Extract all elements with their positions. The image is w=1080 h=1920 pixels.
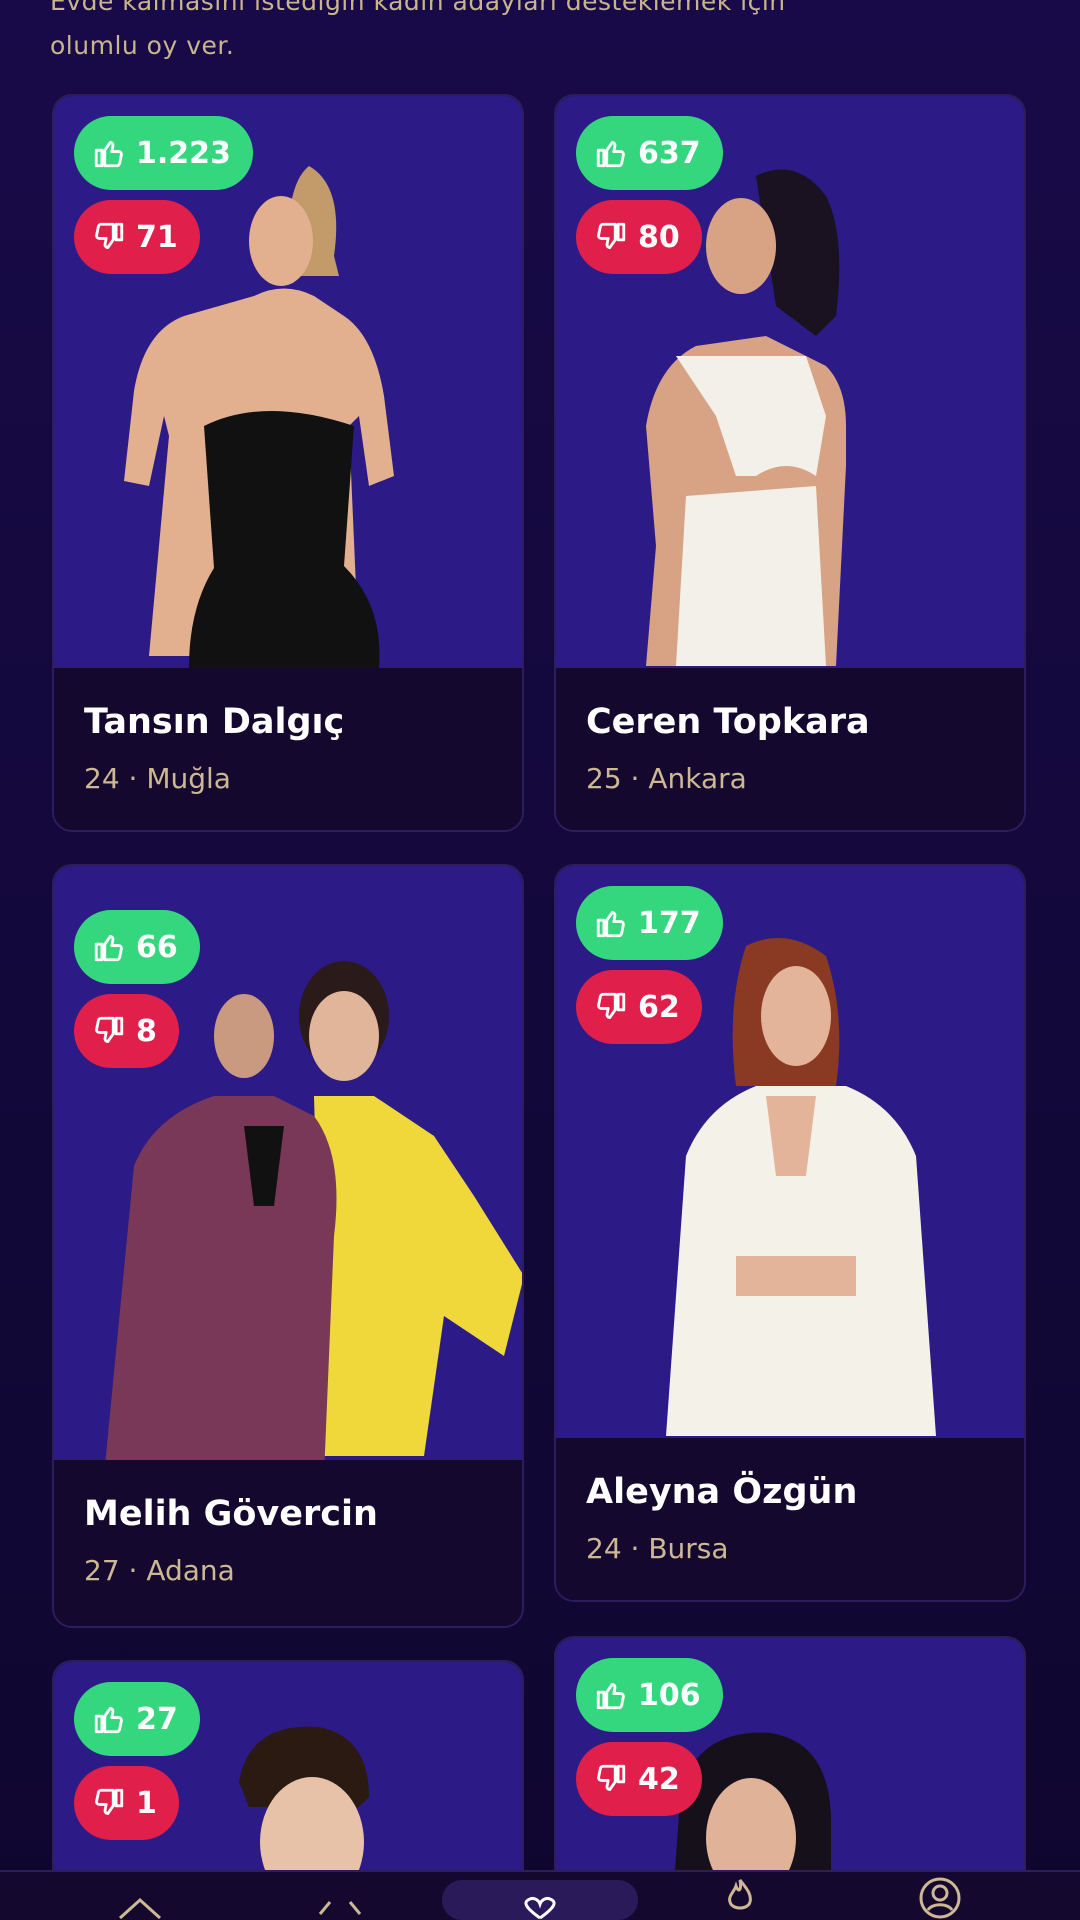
upvote-count: 106 [638,1677,701,1713]
candidate-info: Ceren Topkara 25 · Ankara [556,668,1024,830]
candidate-name: Tansın Dalgıç [84,702,345,742]
candidate-card[interactable]: 177 62 Aleyna Özgün 24 · Bursa [554,864,1026,1602]
candidate-meta: 25 · Ankara [586,762,747,795]
intro-text: Evde kalmasını istediğin kadın adayları … [50,0,950,68]
candidate-card[interactable]: 1.223 71 Tansın Dalgıç 24 · Muğla [52,94,524,832]
downvote-button[interactable]: 62 [576,970,702,1044]
upvote-button[interactable]: 106 [576,1658,723,1732]
upvote-count: 637 [638,135,701,171]
upvote-button[interactable]: 637 [576,116,723,190]
thumbs-down-icon [95,1016,124,1044]
upvote-count: 66 [136,929,178,965]
thumbs-up-icon [596,910,625,938]
candidate-name: Aleyna Özgün [586,1472,858,1512]
candidate-info: Aleyna Özgün 24 · Bursa [556,1438,1024,1600]
thumbs-down-icon [597,222,626,250]
upvote-button[interactable]: 27 [74,1682,200,1756]
intro-line-1: Evde kalmasını istediğin kadın adayları … [50,0,786,16]
thumbs-down-icon [597,1764,626,1792]
downvote-count: 62 [638,989,680,1025]
downvote-count: 80 [638,219,680,255]
candidate-name: Melih Gövercin [84,1494,378,1534]
thumbs-up-icon [94,934,123,962]
downvote-button[interactable]: 42 [576,1742,702,1816]
downvote-count: 1 [136,1785,157,1821]
upvote-count: 27 [136,1701,178,1737]
downvote-count: 42 [638,1761,680,1797]
flame-icon[interactable] [720,1876,760,1916]
heart-icon[interactable] [516,1896,564,1920]
upvote-count: 1.223 [136,135,231,171]
candidate-meta: 24 · Muğla [84,762,231,795]
upvote-button[interactable]: 177 [576,886,723,960]
downvote-button[interactable]: 80 [576,200,702,274]
thumbs-down-icon [95,1788,124,1816]
candidate-info: Tansın Dalgıç 24 · Muğla [54,668,522,830]
thumbs-up-icon [94,140,123,168]
thumbs-up-icon [596,140,625,168]
candidate-name: Ceren Topkara [586,702,870,742]
profile-icon[interactable] [918,1876,962,1920]
thumbs-up-icon [94,1706,123,1734]
upvote-button[interactable]: 1.223 [74,116,253,190]
thumbs-down-icon [95,222,124,250]
candidate-meta: 27 · Adana [84,1554,235,1587]
downvote-button[interactable]: 71 [74,200,200,274]
home-icon[interactable] [116,1896,164,1920]
intro-line-2: olumlu oy ver. [50,31,235,60]
downvote-count: 8 [136,1013,157,1049]
downvote-button[interactable]: 1 [74,1766,179,1840]
candidate-info: Melih Gövercin 27 · Adana [54,1460,522,1626]
code-icon[interactable] [316,1896,364,1920]
thumbs-up-icon [596,1682,625,1710]
downvote-count: 71 [136,219,178,255]
thumbs-down-icon [597,992,626,1020]
candidate-card[interactable]: 66 8 Melih Gövercin 27 · Adana [52,864,524,1628]
candidate-meta: 24 · Bursa [586,1532,729,1565]
upvote-count: 177 [638,905,701,941]
upvote-button[interactable]: 66 [74,910,200,984]
candidate-card[interactable]: 637 80 Ceren Topkara 25 · Ankara [554,94,1026,832]
downvote-button[interactable]: 8 [74,994,179,1068]
